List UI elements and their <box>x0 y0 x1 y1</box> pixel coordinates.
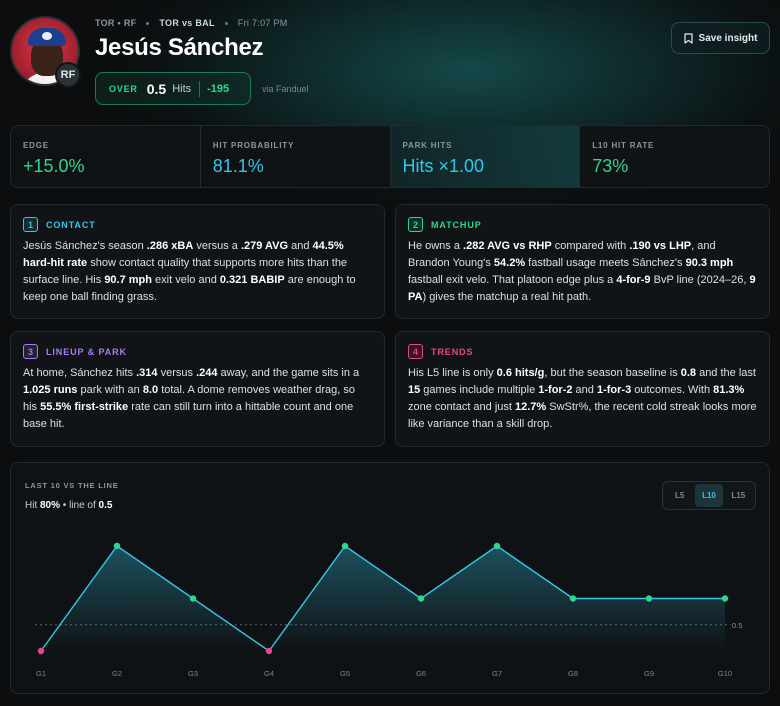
save-insight-button[interactable]: Save insight <box>671 22 770 54</box>
card-body: He owns a .282 AVG vs RHP compared with … <box>408 240 756 303</box>
x-tick-label: G1 <box>36 669 46 678</box>
separator-dot <box>146 21 150 25</box>
card-body: His L5 line is only 0.6 hits/g, but the … <box>408 367 757 430</box>
data-point[interactable] <box>37 647 45 655</box>
data-point[interactable] <box>417 595 425 602</box>
position-badge: RF <box>55 62 81 88</box>
prop-odds: -195 <box>207 82 230 95</box>
card-title: TRENDS <box>431 346 474 357</box>
prop-stat: Hits <box>172 82 192 95</box>
metric-label: L10 HIT RATE <box>592 141 655 150</box>
card-number-badge: 4 <box>408 344 423 359</box>
metric-value: 81.1% <box>212 156 264 176</box>
chart-subtitle: Hit 80% • line of 0.5 <box>25 500 113 511</box>
metric-l10-hit-rate: L10 HIT RATE 73% <box>580 126 769 187</box>
save-insight-label: Save insight <box>698 32 758 44</box>
data-point[interactable] <box>189 595 197 602</box>
insight-card-lineup-park: 3 LINEUP & PARK At home, Sánchez hits .3… <box>10 331 385 447</box>
card-title: CONTACT <box>46 219 96 230</box>
data-point[interactable] <box>569 595 577 602</box>
x-tick-label: G7 <box>492 669 502 678</box>
data-point[interactable] <box>721 595 729 602</box>
data-point[interactable] <box>645 595 653 602</box>
hit-rate-value: 80% <box>40 500 61 511</box>
prop-pill[interactable]: OVER 0.5 Hits -195 <box>95 72 251 105</box>
matchup-text: TOR vs BAL <box>159 18 215 28</box>
game-time: Fri 7:07 PM <box>237 18 288 28</box>
metric-park-hits: PARK HITS Hits ×1.00 <box>390 126 581 187</box>
line-chart: 0.5 G1 G2 G3 G4 G5 G6 G7 G8 G9 G10 <box>35 542 742 678</box>
x-tick-label: G8 <box>568 669 578 678</box>
metrics-strip: EDGE +15.0% HIT PROBABILITY 81.1% PARK H… <box>10 125 770 188</box>
metric-label: PARK HITS <box>402 141 453 150</box>
data-point[interactable] <box>341 542 349 550</box>
metric-value: +15.0% <box>23 156 85 176</box>
tab-l15[interactable]: L15 <box>725 484 752 507</box>
metric-label: EDGE <box>23 141 49 150</box>
reference-line-label: 0.5 <box>732 621 742 630</box>
metric-edge: EDGE +15.0% <box>11 126 201 187</box>
prop-direction: OVER <box>109 83 138 94</box>
separator-dot <box>224 21 228 25</box>
data-point[interactable] <box>265 647 273 655</box>
sportsbook-label: via Fanduel <box>262 84 309 94</box>
x-tick-label: G9 <box>644 669 654 678</box>
insight-card-contact: 1 CONTACT Jesús Sánchez's season .286 xB… <box>10 204 385 319</box>
data-point[interactable] <box>113 542 121 550</box>
last-10-chart-card: 0.5 G1 G2 G3 G4 G5 G6 G7 G8 G9 G10 LAST 10 VS THE … <box>10 462 770 694</box>
tab-l5[interactable]: L5 <box>666 484 693 507</box>
chart-label: LAST 10 VS THE LINE <box>25 481 119 490</box>
card-body: Jesús Sánchez's season .286 xBA versus a… <box>23 240 356 303</box>
card-number-badge: 2 <box>408 217 423 232</box>
card-number-badge: 3 <box>23 344 38 359</box>
x-tick-label: G3 <box>188 669 198 678</box>
metric-value: Hits ×1.00 <box>402 156 485 176</box>
game-meta: TOR • RF TOR vs BAL Fri 7:07 PM <box>95 18 288 28</box>
team-position: TOR • RF <box>95 18 137 28</box>
metric-value: 73% <box>592 156 629 176</box>
x-tick-label: G5 <box>340 669 350 678</box>
player-header: RF TOR • RF TOR vs BAL Fri 7:07 PM Jesús… <box>0 0 780 120</box>
insight-card-matchup: 2 MATCHUP He owns a .282 AVG vs RHP comp… <box>395 204 770 319</box>
card-title: MATCHUP <box>431 219 482 230</box>
x-tick-label: G10 <box>718 669 732 678</box>
x-tick-label: G2 <box>112 669 122 678</box>
tab-l10[interactable]: L10 <box>695 484 723 507</box>
insight-card-trends: 4 TRENDS His L5 line is only 0.6 hits/g,… <box>395 331 770 447</box>
bookmark-icon <box>683 32 693 44</box>
card-number-badge: 1 <box>23 217 38 232</box>
metric-label: HIT PROBABILITY <box>212 141 295 150</box>
divider <box>199 80 201 97</box>
x-tick-label: G4 <box>264 669 274 678</box>
metric-hit-probability: HIT PROBABILITY 81.1% <box>201 126 391 187</box>
player-name: Jesús Sánchez <box>95 34 264 61</box>
data-point[interactable] <box>493 542 501 550</box>
card-body: At home, Sánchez hits .314 versus .244 a… <box>23 367 360 430</box>
range-tabs: L5 L10 L15 <box>662 481 756 510</box>
line-value: 0.5 <box>98 500 113 511</box>
card-title: LINEUP & PARK <box>46 346 127 357</box>
x-tick-label: G6 <box>416 669 426 678</box>
prop-line: 0.5 <box>146 80 167 97</box>
